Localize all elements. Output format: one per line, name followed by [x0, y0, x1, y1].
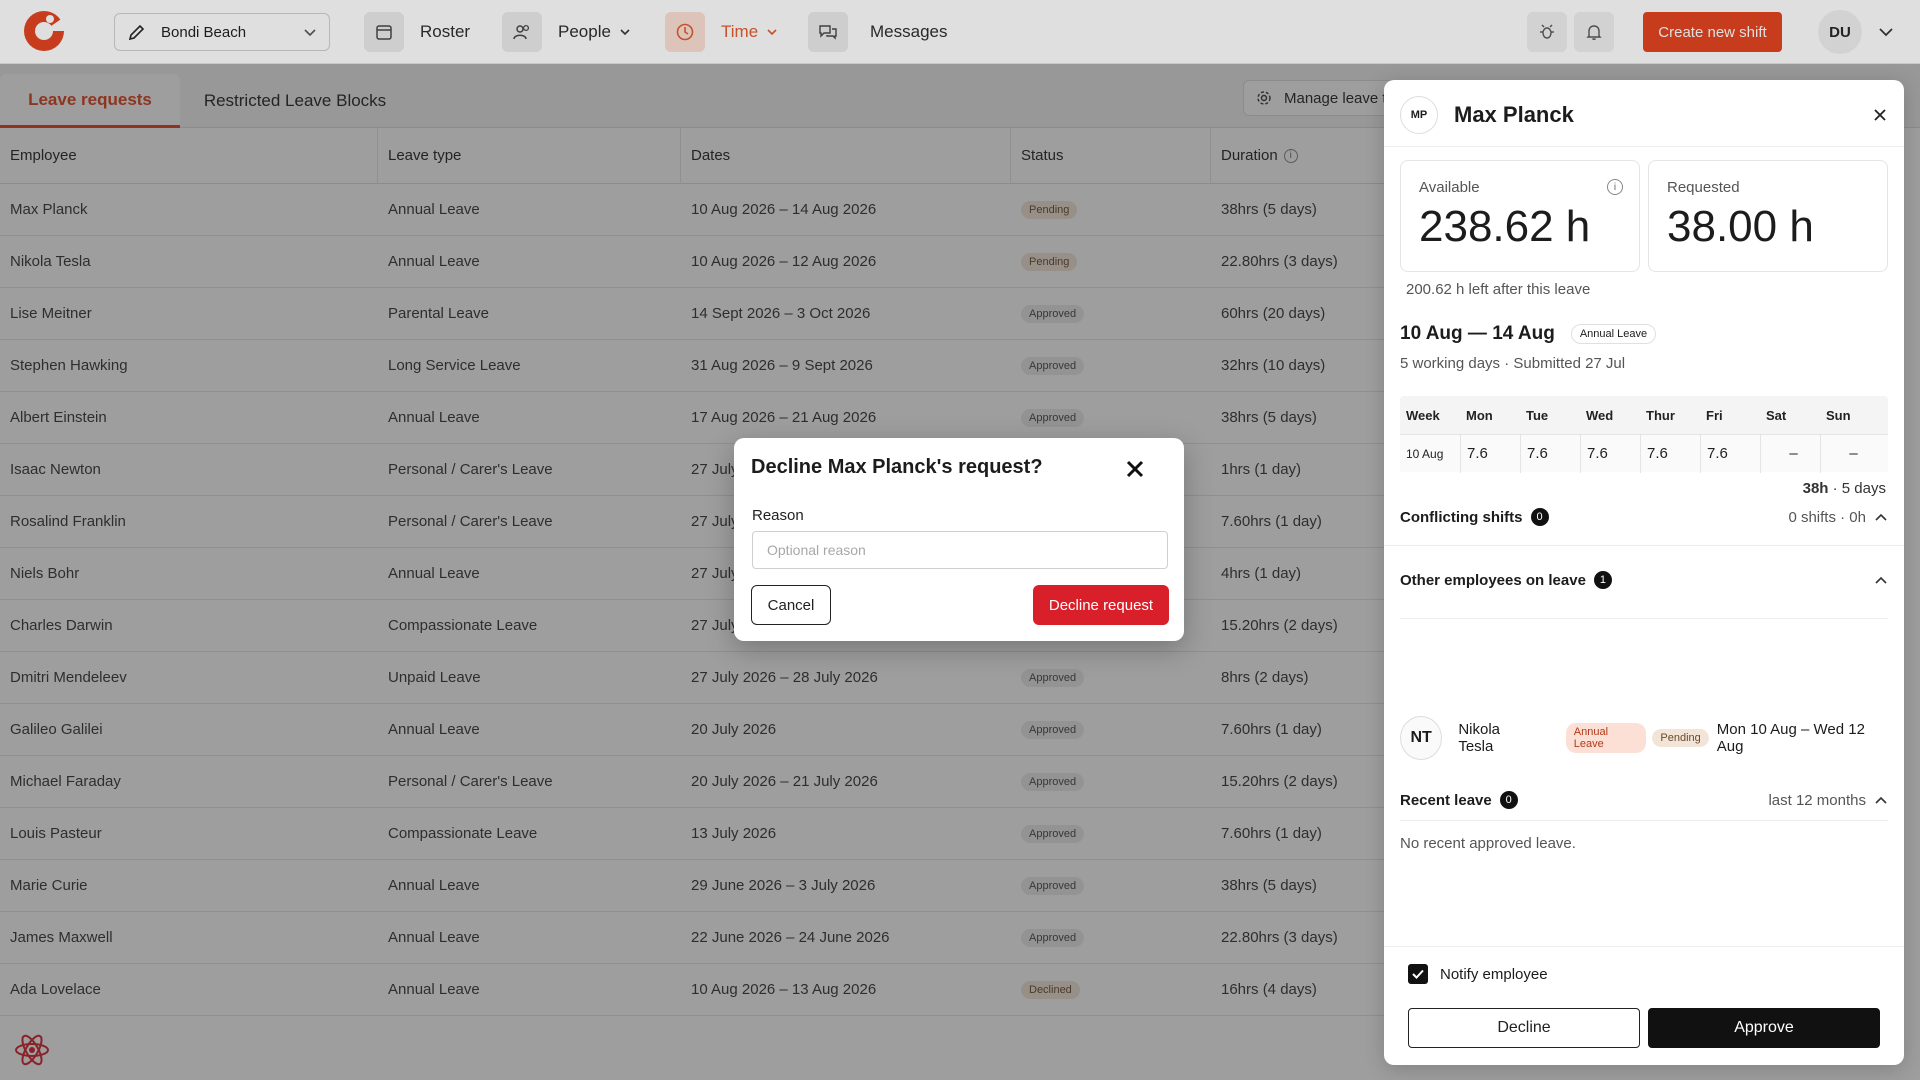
info-icon[interactable]: i	[1607, 179, 1623, 195]
week-hours-cell: 7.6	[1580, 434, 1640, 473]
panel-header: MP Max Planck	[1400, 94, 1890, 136]
leave-type-badge: Annual Leave	[1570, 324, 1657, 344]
recent-leave-range-text: last 12 months	[1768, 791, 1866, 809]
avatar: MP	[1400, 96, 1438, 134]
notify-employee-label: Notify employee	[1440, 965, 1548, 983]
leave-range: 10 Aug — 14 Aug Annual Leave	[1400, 323, 1657, 345]
chevron-up-icon[interactable]	[1874, 795, 1888, 805]
week-hours-row: 10 Aug 7.6 7.6 7.6 7.6 7.6– –	[1400, 434, 1888, 473]
panel-employee-name: Max Planck	[1454, 102, 1574, 127]
decline-button[interactable]: Decline	[1408, 1008, 1640, 1048]
week-header-cell: Mon	[1466, 407, 1493, 423]
requested-value: 38.00 h	[1667, 202, 1814, 251]
week-header-cell: Thur	[1646, 407, 1675, 423]
avatar: NT	[1400, 716, 1443, 760]
divider	[1384, 545, 1904, 546]
other-employee-dates: Mon 10 Aug – Wed 12 Aug	[1716, 721, 1865, 755]
approve-button[interactable]: Approve	[1648, 1008, 1880, 1048]
leave-range-dates: 10 Aug — 14 Aug	[1400, 323, 1555, 344]
week-header-cell: Fri	[1706, 407, 1723, 423]
week-hours-cell: 7.6	[1700, 434, 1760, 473]
week-header-cell: Wed	[1586, 407, 1614, 423]
week-hours-cell: –	[1760, 434, 1820, 473]
no-recent-leave-text: No recent approved leave.	[1400, 835, 1576, 852]
requested-hours-card: Requested 38.00 h	[1648, 160, 1888, 272]
week-header-cell: Week	[1406, 407, 1440, 423]
week-hours-cell: 10 Aug	[1406, 446, 1444, 461]
leave-type-badge: Annual Leave	[1565, 723, 1647, 753]
available-label: Available	[1419, 179, 1480, 196]
conflicting-shifts-section[interactable]: Conflicting shifts 0 0 shifts · 0h	[1400, 502, 1888, 532]
week-breakdown: Week Mon Tue Wed Thur Fri Sat Sun 10 Aug 7.6 7.6 7…	[1400, 396, 1888, 473]
conflicting-count-badge: 0	[1530, 508, 1549, 526]
week-total: 38h · 5 days	[1803, 480, 1886, 497]
available-value: 238.62 h	[1419, 202, 1591, 251]
list-item[interactable]: NT Nikola Tesla Annual Leave Pending Mon…	[1400, 716, 1888, 760]
recent-leave-range: last 12 months	[1768, 792, 1888, 809]
recent-leave-count-badge: 0	[1499, 791, 1518, 809]
chevron-up-icon[interactable]	[1874, 575, 1888, 585]
week-header-cell: Sat	[1766, 407, 1787, 423]
available-hours-card: Available 238.62 h i	[1400, 160, 1640, 272]
week-header-cell: Sun	[1826, 407, 1851, 423]
conflicting-summary-text: 0 shifts · 0h	[1788, 508, 1866, 526]
other-employees-toggle	[1866, 575, 1888, 585]
decline-request-modal: Decline Max Planck's request? Reason Can…	[734, 438, 1184, 641]
week-hours-cell: –	[1820, 434, 1880, 473]
nav-overlay	[0, 0, 1920, 64]
checkbox-checked-icon[interactable]	[1408, 964, 1428, 984]
divider	[1384, 946, 1904, 947]
cancel-button[interactable]: Cancel	[751, 585, 831, 625]
other-employee-name: Nikola Tesla	[1458, 721, 1501, 755]
conflicting-shifts-title: Conflicting shifts	[1400, 508, 1523, 526]
modal-title: Decline Max Planck's request?	[751, 456, 1043, 478]
requested-label: Requested	[1667, 179, 1740, 196]
notify-employee-checkbox[interactable]: Notify employee	[1408, 964, 1548, 984]
hours-left-after: 200.62 h left after this leave	[1406, 281, 1591, 298]
week-hours-cell: 7.6	[1640, 434, 1700, 473]
conflicting-summary: 0 shifts · 0h	[1788, 509, 1888, 526]
status-badge: Pending	[1652, 729, 1709, 747]
divider	[1400, 618, 1888, 619]
divider	[1384, 146, 1904, 147]
recent-leave-section[interactable]: Recent leave 0 last 12 months	[1400, 785, 1888, 815]
other-employees-title: Other employees on leave	[1400, 571, 1586, 589]
other-employees-count-badge: 1	[1593, 571, 1612, 589]
leave-subtitle: 5 working days · Submitted 27 Jul	[1400, 355, 1626, 372]
recent-leave-title: Recent leave	[1400, 791, 1492, 809]
leave-detail-panel: MP Max Planck Available 238.62 h i Reque…	[1384, 80, 1904, 1065]
week-header-row: Week Mon Tue Wed Thur Fri Sat Sun	[1400, 396, 1888, 434]
reason-input[interactable]	[752, 531, 1168, 569]
week-hours-cell: 7.6	[1460, 434, 1520, 473]
week-hours-cell: 7.6	[1520, 434, 1580, 473]
week-header-cell: Tue	[1526, 407, 1549, 423]
close-icon[interactable]	[1870, 105, 1890, 125]
close-icon[interactable]	[1124, 458, 1146, 480]
reason-label: Reason	[752, 507, 804, 524]
total-days: · 5 days	[1828, 480, 1886, 497]
other-employees-section[interactable]: Other employees on leave 1	[1400, 565, 1888, 595]
total-hours: 38h	[1802, 480, 1829, 497]
decline-request-button[interactable]: Decline request	[1033, 585, 1169, 625]
chevron-up-icon[interactable]	[1874, 512, 1888, 522]
divider	[1400, 820, 1888, 821]
